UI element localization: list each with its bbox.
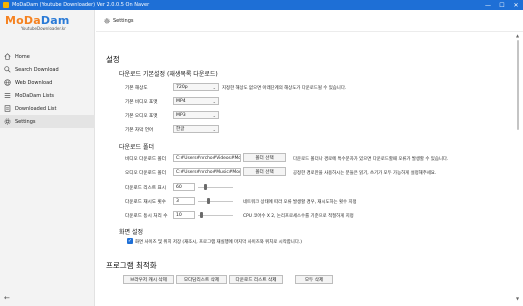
page-title: Settings <box>113 17 134 24</box>
retry-input[interactable]: 3 <box>173 197 195 205</box>
subtitle-lang-select[interactable]: 한글 ⌄ <box>173 125 219 133</box>
sidebar: MoDaDam YoutubeDownloader.kr Home Search… <box>0 10 95 306</box>
subtitle-lang-value: 한글 <box>176 127 185 132</box>
home-icon <box>4 53 11 60</box>
clear-download-list-button[interactable]: 다운로드 리스트 삭제 <box>229 275 283 284</box>
title-bar: MoDaDam (Youtube Downloader) Ver 2.0.0.5… <box>0 0 523 10</box>
video-folder-select-button[interactable]: 폴더 선택 <box>243 153 286 162</box>
minimize-button[interactable]: — <box>481 0 495 10</box>
gear-icon <box>104 17 110 24</box>
screen-settings-title: 화면 설정 <box>119 229 143 236</box>
slider-track <box>198 201 233 202</box>
list-display-input[interactable]: 60 <box>173 183 195 191</box>
slider-knob[interactable] <box>207 198 210 204</box>
sidebar-item-label: Web Download <box>15 79 53 86</box>
chevron-down-icon: ⌄ <box>212 112 216 118</box>
clear-browser-cache-button[interactable]: 브라우저 캐시 삭제 <box>123 275 174 284</box>
logo: MoDaDam YoutubeDownloader.kr <box>5 14 85 38</box>
close-button[interactable]: ✕ <box>509 0 523 10</box>
web-download-icon <box>4 79 11 86</box>
concurrent-label: 다운로드 동시 처리 수 <box>125 214 168 219</box>
video-folder-input[interactable]: C:#Users#nrcho#Videos#ModaDa <box>173 154 241 162</box>
resolution-label: 기본 해상도 <box>125 86 148 91</box>
sidebar-item-label: Home <box>15 53 30 60</box>
scroll-down-icon[interactable]: ▼ <box>515 296 520 301</box>
slider-track <box>198 215 233 216</box>
save-window-label: 화면 사이즈 및 위치 저장 (재조시, 프로그램 재실행에 마지막 사이즈와 … <box>135 240 302 245</box>
save-window-checkbox[interactable]: ✓ <box>127 238 133 244</box>
sidebar-item-search-download[interactable]: Search Download <box>0 63 95 76</box>
sidebar-item-downloaded-list[interactable]: Downloaded List <box>0 102 95 115</box>
list-icon <box>4 92 11 99</box>
chevron-down-icon: ⌄ <box>212 126 216 132</box>
audio-folder-hint: 공정한 경로만을 사용하시는 분들은 읽기, 쓰기가 모두 가능하게 설정해주세… <box>293 171 437 176</box>
maximize-button[interactable]: ☐ <box>495 0 509 10</box>
list-display-slider[interactable] <box>198 183 233 191</box>
window-title: MoDaDam (Youtube Downloader) Ver 2.0.0.5… <box>12 2 150 8</box>
logo-tagline: YoutubeDownloader.kr <box>21 26 66 31</box>
sidebar-item-home[interactable]: Home <box>0 50 95 63</box>
download-folder-title: 다운로드 폴더 <box>119 144 155 151</box>
video-format-value: MP4 <box>176 98 186 104</box>
concurrent-slider[interactable] <box>198 211 233 219</box>
video-format-label: 기본 비디오 포맷 <box>125 100 158 105</box>
clear-all-button[interactable]: 모두 삭제 <box>295 275 333 284</box>
app-icon <box>3 2 9 8</box>
resolution-value: 720p <box>176 84 188 90</box>
resolution-select[interactable]: 720p ⌄ <box>173 83 219 91</box>
downloaded-list-icon <box>4 105 11 112</box>
slider-knob[interactable] <box>203 184 207 190</box>
sidebar-item-settings[interactable]: Settings <box>0 115 95 128</box>
retry-slider[interactable] <box>198 197 233 205</box>
optimize-section-title: 프로그램 최적화 <box>106 261 157 270</box>
slider-knob[interactable] <box>200 212 203 218</box>
vertical-scrollbar[interactable]: ▲ ▼ <box>515 33 520 301</box>
resolution-hint: 지정한 해상도 없으면 아래단계의 해상도가 다운로드될 수 있습니다. <box>222 86 347 91</box>
gear-icon <box>4 118 11 125</box>
audio-folder-label: 오디오 다운로드 폴더 <box>125 171 166 176</box>
clear-modadam-list-button[interactable]: 모다담리스트 삭제 <box>176 275 227 284</box>
subtitle-lang-label: 기본 자막 언어 <box>125 128 154 133</box>
sidebar-item-label: Settings <box>15 118 36 125</box>
video-folder-hint: 다운로드 폴더나 경로에 특수문자가 있으면 다운로드할때 오류가 발생할 수 … <box>293 157 449 162</box>
chevron-down-icon: ⌄ <box>212 84 216 90</box>
list-display-label: 다운로드 리스트 표시 <box>125 186 166 191</box>
retry-label: 다운로드 재시도 횟수 <box>125 200 166 205</box>
concurrent-input[interactable]: 10 <box>173 211 195 219</box>
sidebar-item-web-download[interactable]: Web Download <box>0 76 95 89</box>
content-header: Settings <box>96 10 523 32</box>
scrollbar-thumb[interactable] <box>517 40 519 130</box>
concurrent-hint: CPU 코어수 X 2, 논리프로세스수를 기준으로 적절하게 지정 <box>243 214 354 219</box>
audio-format-value: MP3 <box>176 112 186 118</box>
video-folder-label: 비디오 다운로드 폴더 <box>125 157 166 162</box>
download-defaults-title: 다운로드 기본설정 (재생목록 다운로드) <box>119 71 218 78</box>
audio-folder-input[interactable]: C:#Users#nrcho#Music#ModaDa <box>173 168 241 176</box>
sidebar-item-label: MoDaDam Lists <box>15 92 55 99</box>
audio-format-label: 기본 오디오 포맷 <box>125 114 158 119</box>
audio-folder-select-button[interactable]: 폴더 선택 <box>243 167 286 176</box>
back-arrow-icon[interactable]: ← <box>4 294 10 302</box>
video-format-select[interactable]: MP4 ⌄ <box>173 97 219 105</box>
sidebar-item-modadam-lists[interactable]: MoDaDam Lists <box>0 89 95 102</box>
sidebar-item-label: Search Download <box>15 66 59 73</box>
settings-section-title: 설정 <box>106 55 120 64</box>
audio-format-select[interactable]: MP3 ⌄ <box>173 111 219 119</box>
chevron-down-icon: ⌄ <box>212 98 216 104</box>
scroll-up-icon[interactable]: ▲ <box>515 33 520 38</box>
retry-hint: 네트워크 상태에 따라 오류 발생할 경우, 재시도하는 횟수 지정 <box>243 200 357 205</box>
search-download-icon <box>4 66 11 73</box>
sidebar-item-label: Downloaded List <box>15 105 57 112</box>
sidebar-nav: Home Search Download Web Download MoDaDa… <box>0 50 95 128</box>
